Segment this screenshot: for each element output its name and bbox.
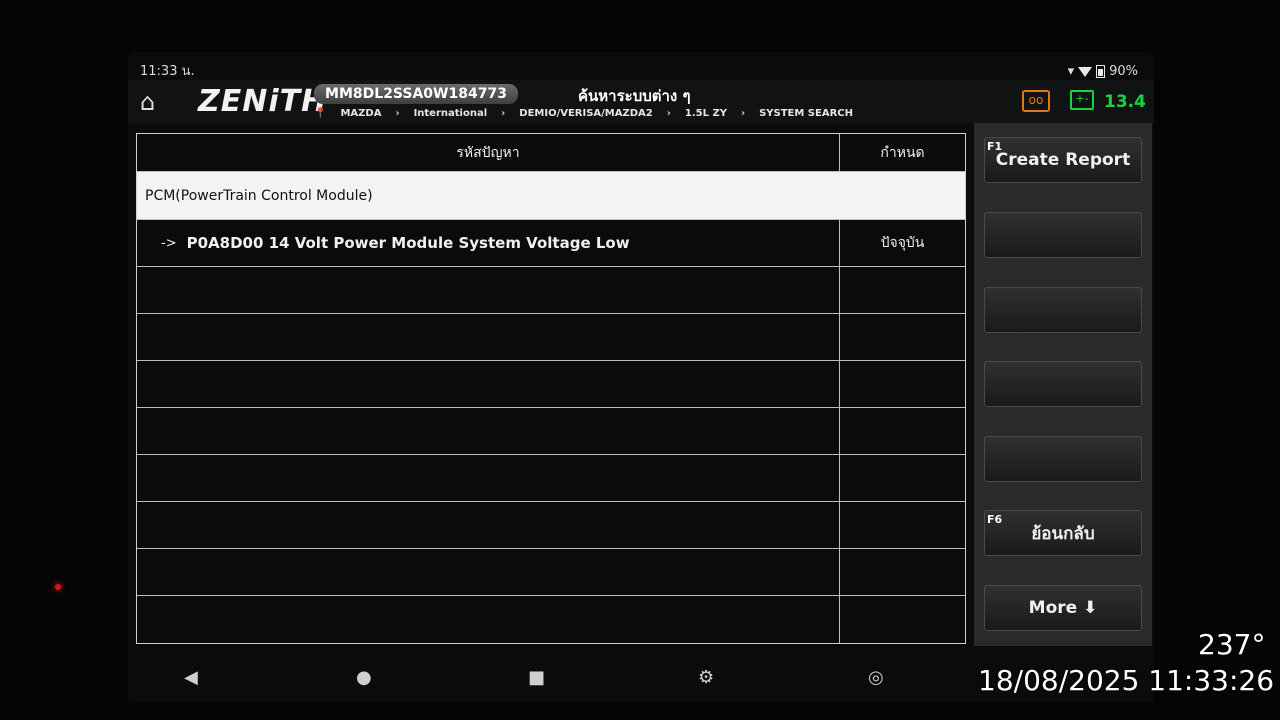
vehicle-battery-icon: +- — [1070, 90, 1094, 110]
function-key-panel: F1 Create Report F6 ย้อนกลับ More ⬇ — [974, 123, 1152, 646]
settings-gear-icon[interactable]: ⚙ — [698, 667, 714, 688]
home-circle-icon[interactable]: ● — [356, 667, 372, 688]
module-group-row[interactable]: PCM(PowerTrain Control Module) — [137, 172, 965, 220]
back-label: ย้อนกลับ — [1031, 523, 1095, 544]
location-pin-icon: 📍 — [314, 108, 327, 119]
status-indicators: ▾ 90% — [1068, 64, 1138, 79]
vin-badge: MM8DL2SSA0W184773 — [314, 84, 518, 104]
breadcrumb-item: MAZDA — [340, 108, 382, 119]
breadcrumb-item: SYSTEM SEARCH — [759, 108, 853, 119]
breadcrumb: 📍 MAZDA › International › DEMIO/VERISA/M… — [314, 108, 853, 119]
function-button-f4[interactable] — [984, 361, 1142, 407]
table-header: รหัสปัญหา กำหนด — [137, 134, 965, 172]
photo-timestamp: 18/08/2025 11:33:26 — [978, 664, 1275, 697]
f1-key-label: F1 — [987, 140, 1003, 153]
wifi-icon — [1078, 66, 1093, 77]
table-row-empty — [137, 455, 965, 502]
breadcrumb-separator-icon: › — [395, 108, 400, 119]
create-report-button[interactable]: F1 Create Report — [984, 137, 1142, 183]
table-row-empty — [137, 596, 965, 643]
signal-icon: ▾ — [1067, 64, 1075, 79]
status-time: 11:33 น. — [140, 64, 195, 79]
column-header-code: รหัสปัญหา — [137, 134, 840, 171]
breadcrumb-item: DEMIO/VERISA/MAZDA2 — [519, 108, 653, 119]
battery-icon — [1096, 65, 1106, 78]
battery-voltage: 13.4 — [1104, 92, 1146, 112]
create-report-label: Create Report — [995, 150, 1131, 170]
dtc-code-cell: -> P0A8D00 14 Volt Power Module System V… — [137, 220, 840, 266]
breadcrumb-separator-icon: › — [501, 108, 506, 119]
dtc-description: P0A8D00 14 Volt Power Module System Volt… — [186, 234, 630, 252]
arrow-right-icon: -> — [161, 235, 177, 251]
table-row-empty — [137, 549, 965, 596]
browser-icon[interactable]: ◎ — [868, 667, 884, 688]
tablet-screen: 11:33 น. ▾ 90% ⌂ ZENiTH MM8DL2SSA0W18477… — [128, 52, 1154, 702]
table-row-empty — [137, 361, 965, 408]
table-row-empty — [137, 314, 965, 361]
dtc-table: รหัสปัญหา กำหนด PCM(PowerTrain Control M… — [136, 133, 966, 644]
f6-key-label: F6 — [987, 513, 1003, 526]
compass-heading: 237° — [1198, 628, 1266, 661]
table-row-empty — [137, 267, 965, 314]
function-button-f2[interactable] — [984, 212, 1142, 258]
record-icon[interactable]: oo — [1022, 90, 1050, 112]
dtc-status: ปัจจุบัน — [880, 235, 925, 251]
table-row-empty — [137, 408, 965, 455]
back-button[interactable]: F6 ย้อนกลับ — [984, 510, 1142, 556]
status-bar: 11:33 น. ▾ 90% — [140, 58, 1138, 79]
breadcrumb-separator-icon: › — [666, 108, 671, 119]
battery-percent: 90% — [1109, 64, 1138, 79]
page-title: ค้นหาระบบต่าง ๆ — [578, 87, 691, 105]
table-row-empty — [137, 502, 965, 549]
red-indicator-light — [55, 584, 61, 590]
back-triangle-icon[interactable]: ◀ — [184, 667, 198, 688]
zenith-logo: ZENiTH — [198, 84, 328, 119]
function-button-f3[interactable] — [984, 287, 1142, 333]
recents-square-icon[interactable]: ■ — [528, 667, 545, 688]
column-header-status: กำหนด — [880, 144, 925, 161]
breadcrumb-item: 1.5L ZY — [684, 108, 727, 119]
function-button-f5[interactable] — [984, 436, 1142, 482]
table-row[interactable]: -> P0A8D00 14 Volt Power Module System V… — [137, 220, 965, 267]
home-icon[interactable]: ⌂ — [140, 90, 170, 114]
more-button[interactable]: More ⬇ — [984, 585, 1142, 631]
app-header: ⌂ ZENiTH MM8DL2SSA0W184773 ค้นหาระบบต่าง… — [128, 80, 1154, 124]
breadcrumb-separator-icon: › — [740, 108, 746, 119]
breadcrumb-item: International — [413, 108, 488, 119]
